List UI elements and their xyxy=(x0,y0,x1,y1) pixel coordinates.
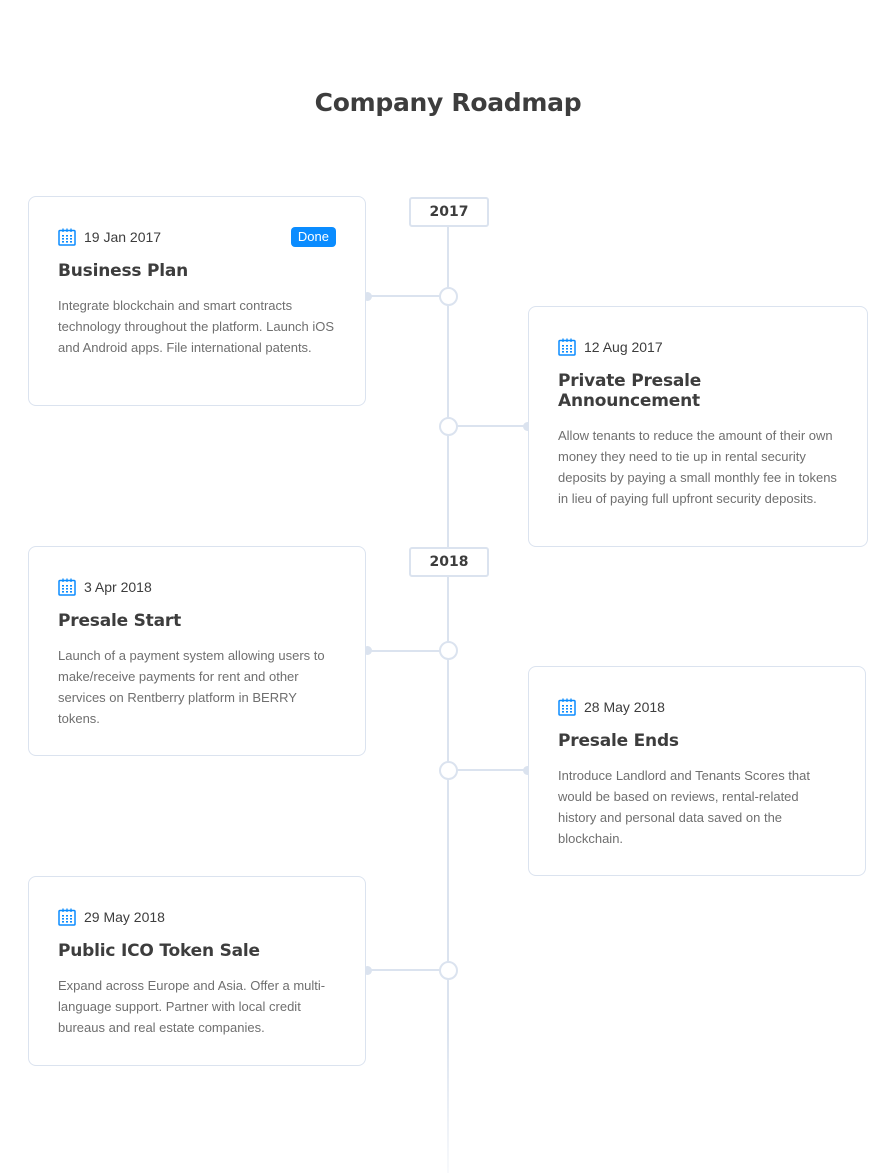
status-badge: Done xyxy=(290,227,336,247)
timeline-node xyxy=(439,641,458,660)
connector xyxy=(456,425,528,427)
milestone-description: Introduce Landlord and Tenants Scores th… xyxy=(558,768,810,846)
timeline-node xyxy=(439,417,458,436)
calendar-icon xyxy=(558,698,576,716)
milestone-date: 19 Jan 2017 xyxy=(84,229,162,245)
milestone-description: Allow tenants to reduce the amount of th… xyxy=(558,428,837,506)
milestone-card-private-presale: 12 Aug 2017 Private Presale Announcement… xyxy=(528,306,868,547)
milestone-title: Private Presale Announcement xyxy=(558,371,702,411)
milestone-card-presale-start: 3 Apr 2018 Presale Start Launch of a pay… xyxy=(28,546,366,756)
calendar-icon xyxy=(58,578,76,596)
milestone-title: Business Plan xyxy=(58,261,189,281)
milestone-card-presale-ends: 28 May 2018 Presale Ends Introduce Landl… xyxy=(528,666,866,876)
milestone-date: 28 May 2018 xyxy=(584,699,665,715)
calendar-icon xyxy=(558,338,576,356)
milestone-description: Launch of a payment system allowing user… xyxy=(58,648,325,726)
connector xyxy=(368,969,440,971)
milestone-description: Integrate blockchain and smart contracts… xyxy=(58,298,335,355)
timeline-node xyxy=(439,761,458,780)
connector xyxy=(368,650,440,652)
timeline-node xyxy=(439,961,458,980)
timeline-line xyxy=(447,224,449,1173)
connector xyxy=(368,295,440,297)
calendar-icon xyxy=(58,228,76,246)
milestone-card-public-ico: 29 May 2018 Public ICO Token Sale Expand… xyxy=(28,876,366,1066)
milestone-date: 12 Aug 2017 xyxy=(584,339,663,355)
calendar-icon xyxy=(58,908,76,926)
milestone-title: Presale Ends xyxy=(558,731,679,751)
milestone-title: Public ICO Token Sale xyxy=(58,941,260,961)
timeline-node xyxy=(439,287,458,306)
connector xyxy=(456,769,528,771)
year-marker-2017: 2017 xyxy=(409,197,489,227)
milestone-date: 29 May 2018 xyxy=(84,909,165,925)
page-title: Company Roadmap xyxy=(314,88,582,117)
milestone-description: Expand across Europe and Asia. Offer a m… xyxy=(58,978,326,1035)
milestone-date: 3 Apr 2018 xyxy=(84,579,152,595)
milestone-title: Presale Start xyxy=(58,611,181,631)
milestone-card-business-plan: 19 Jan 2017 Done Business Plan Integrate… xyxy=(28,196,366,406)
year-marker-2018: 2018 xyxy=(409,547,489,577)
